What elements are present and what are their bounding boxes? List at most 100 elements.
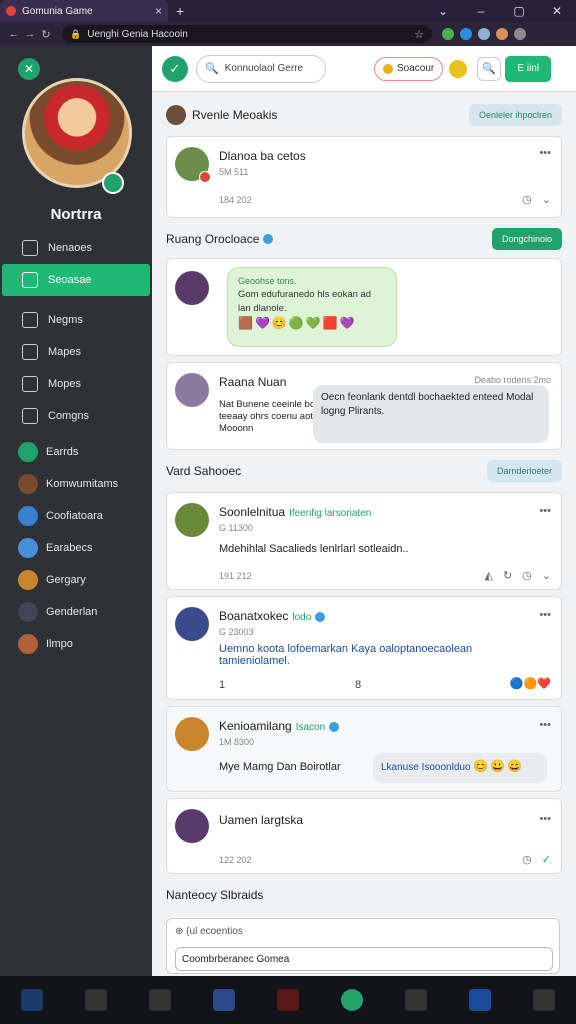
verified-icon — [263, 234, 274, 244]
channel-item[interactable]: Gergary — [0, 564, 152, 596]
message-text: Coombrberanec Gomea — [182, 953, 290, 965]
check-icon[interactable]: ✓ — [542, 853, 551, 866]
post-meta: G 23003 — [219, 627, 254, 637]
new-tab-icon[interactable]: + — [176, 3, 184, 19]
sidebar-item-nenaoes[interactable]: Nenaoes — [0, 232, 152, 264]
post-card[interactable]: Geoohse tons. Gom edufuranedo hls eokan … — [166, 258, 562, 356]
verified-icon — [315, 611, 326, 622]
channel-label: Coofiatoara — [46, 510, 103, 522]
extension-icon[interactable] — [460, 28, 472, 40]
app-icon[interactable] — [405, 989, 427, 1011]
sidebar-item-mapes[interactable]: Mapes — [0, 336, 152, 368]
reload-icon[interactable]: ↻ — [38, 28, 54, 41]
section-header: Vard Sahooec Darnderloeter — [166, 456, 562, 486]
app-icon[interactable] — [469, 989, 491, 1011]
forward-icon[interactable]: → — [22, 28, 38, 40]
chevron-down-icon[interactable]: ⌄ — [424, 4, 462, 18]
back-icon[interactable]: ← — [6, 28, 22, 40]
page-icon — [22, 272, 38, 288]
status-dot — [199, 171, 211, 183]
extension-icon[interactable] — [442, 28, 454, 40]
message-input[interactable]: Coombrberanec Gomea — [175, 947, 553, 971]
channel-item[interactable]: Komwumitams — [0, 468, 152, 500]
clock-icon[interactable]: ◷ — [522, 853, 532, 866]
chevron-down-icon[interactable]: ⌄ — [542, 193, 551, 206]
coins-label: Soacour — [397, 63, 435, 74]
avatar — [175, 717, 209, 751]
channel-item[interactable]: Earrds — [0, 436, 152, 468]
close-window-icon[interactable]: ✕ — [538, 4, 576, 18]
channel-item[interactable]: Coofiatoara — [0, 500, 152, 532]
sidebar-item-mopes[interactable]: Mopes — [0, 368, 152, 400]
more-options-icon[interactable]: ••• — [539, 609, 551, 621]
more-options-icon[interactable]: ••• — [539, 505, 551, 517]
pencil-icon — [22, 312, 38, 328]
post-card[interactable]: Kenioamilang Isacon 1M 8300 ••• Mye Mamg … — [166, 706, 562, 792]
online-badge — [102, 172, 124, 194]
close-tab-icon[interactable]: × — [155, 4, 162, 18]
menu-icon[interactable] — [514, 28, 526, 40]
primary-button[interactable]: E iinl — [505, 55, 552, 82]
reactions-row[interactable]: 🟫💜😊🟢💚🟥💜 — [238, 316, 386, 330]
app-icon[interactable] — [277, 989, 299, 1011]
main-panel: ✓ 🔍 Konnuolaol Gerre Soacour 🔍 E iinl Rve… — [152, 46, 576, 976]
channel-item[interactable]: Ilmpo — [0, 628, 152, 660]
reactions-row[interactable]: 🔵🟠❤️ — [510, 677, 551, 690]
post-author: Raana Nuan — [219, 375, 287, 389]
pin-icon[interactable]: ◭ — [484, 569, 492, 582]
url-input[interactable]: 🔒 Uenghi Genia Hacooin ☆ — [62, 25, 432, 43]
search-button[interactable]: 🔍 — [477, 56, 502, 81]
attach-icon[interactable]: ⊕ — [175, 926, 183, 937]
app-icon[interactable] — [213, 989, 235, 1011]
browser-tab[interactable]: Gomunia Game × — [0, 0, 168, 22]
clock-icon[interactable]: ◷ — [522, 193, 532, 206]
trophy-icon[interactable] — [449, 59, 468, 78]
search-input[interactable]: 🔍 Konnuolaol Gerre — [196, 54, 326, 83]
avatar — [175, 503, 209, 537]
brand-icon[interactable]: ✓ — [162, 55, 188, 82]
section-action-button[interactable]: Darnderloeter — [486, 460, 562, 482]
more-options-icon[interactable]: ••• — [539, 719, 551, 731]
maximize-icon[interactable]: ▢ — [500, 4, 538, 18]
post-body: Uemno koota lofoemarkan Kaya oaloptanoec… — [219, 643, 473, 667]
post-card[interactable]: Raana Nuan Deabo rodens 2mo Nat Bunene c… — [166, 362, 562, 450]
post-card[interactable]: Soonlelnitua Ifeenfig larsoriaten G 11300… — [166, 492, 562, 590]
profile-avatar-icon[interactable] — [496, 28, 508, 40]
post-card[interactable]: Uamen largtska ••• 122 202 ◷ ✓ — [166, 798, 562, 874]
more-options-icon[interactable]: ••• — [539, 813, 551, 825]
refresh-icon[interactable]: ↻ — [503, 569, 512, 582]
reaction-icon[interactable]: 🔵🟠❤️ — [510, 677, 551, 690]
reaction-count: 1 — [219, 679, 226, 691]
app-icon[interactable] — [341, 989, 363, 1011]
sidebar-item-comgns[interactable]: Comgns — [0, 400, 152, 432]
channel-item[interactable]: Genderlan — [0, 596, 152, 628]
post-meta: 5M 511 — [219, 167, 249, 177]
post-meta: 1M 8300 — [219, 737, 255, 747]
reactions-row[interactable]: 😊😀😄 — [473, 759, 524, 773]
clock-icon[interactable]: ◷ — [522, 569, 532, 582]
sidebar-item-negms[interactable]: Negms — [0, 304, 152, 336]
chevron-down-icon[interactable]: ⌄ — [542, 569, 551, 582]
bookmark-star-icon[interactable]: ☆ — [414, 28, 424, 41]
channel-label: Ilmpo — [46, 638, 73, 650]
bubble-heading: Geoohse tons. — [238, 276, 297, 286]
reply-bubble: Lkanuse Isooonlduo 😊😀😄 — [373, 753, 547, 783]
app-icon[interactable] — [85, 989, 107, 1011]
section-action-button[interactable]: Oenleler ihpoclren — [468, 104, 562, 126]
app-icon[interactable] — [149, 989, 171, 1011]
post-card[interactable]: Boanatxokec lodo G 23003 ••• Uemno koota … — [166, 596, 562, 700]
more-options-icon[interactable]: ••• — [539, 147, 551, 159]
app-icon[interactable] — [21, 989, 43, 1011]
section-action-button[interactable]: Dongchinoio — [491, 228, 562, 250]
app-icon[interactable] — [533, 989, 555, 1011]
sidebar-item-seoasae[interactable]: Seoasae — [2, 264, 150, 296]
author-name: Kenioamilang — [219, 719, 292, 733]
minimize-icon[interactable]: – — [462, 4, 500, 18]
post-card[interactable]: Dlanoa ba cetos 5M 511 ••• 184 202 ◷ ⌄ — [166, 136, 562, 218]
search-icon: 🔍 — [205, 63, 219, 75]
channel-item[interactable]: Earabecs — [0, 532, 152, 564]
coins-pill[interactable]: Soacour — [374, 56, 444, 81]
extension-icon[interactable] — [478, 28, 490, 40]
message-bubble: Geoohse tons. Gom edufuranedo hls eokan … — [227, 267, 397, 347]
logo-icon[interactable]: ✕ — [18, 58, 40, 80]
